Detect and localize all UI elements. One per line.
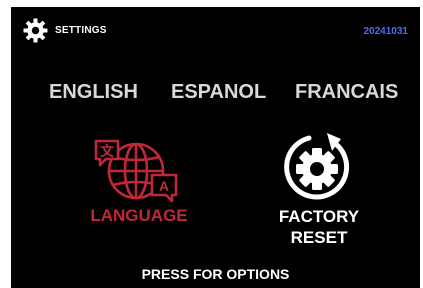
- language-english-button[interactable]: ENGLISH: [49, 81, 138, 104]
- settings-screen: SETTINGS 20241031 ENGLISH ESPANOL FRANCA…: [11, 7, 420, 288]
- factory-reset-tile[interactable]: FACTORY RESET: [259, 131, 379, 251]
- factory-reset-label-line1: FACTORY: [278, 207, 360, 226]
- language-espanol-button[interactable]: ESPANOL: [171, 81, 266, 104]
- gear-reset-icon: [284, 133, 350, 200]
- svg-text:文: 文: [100, 143, 115, 159]
- language-tile[interactable]: 文 A LANGUAGE: [79, 135, 199, 233]
- factory-reset-label-line2: RESET: [290, 228, 348, 247]
- press-for-options-hint: PRESS FOR OPTIONS: [141, 266, 290, 282]
- version-label: 20241031: [363, 26, 409, 37]
- language-tile-label: LANGUAGE: [90, 206, 188, 225]
- language-options: ENGLISH ESPANOL FRANCAIS: [11, 81, 420, 105]
- language-francais-button[interactable]: FRANCAIS: [295, 81, 398, 104]
- gear-icon: [23, 18, 48, 43]
- factory-reset-label: FACTORY RESET: [259, 206, 379, 248]
- globe-speech-icon: 文 A: [94, 139, 178, 203]
- svg-text:A: A: [159, 178, 169, 194]
- settings-title: SETTINGS: [55, 25, 107, 36]
- settings-header: SETTINGS: [23, 18, 107, 43]
